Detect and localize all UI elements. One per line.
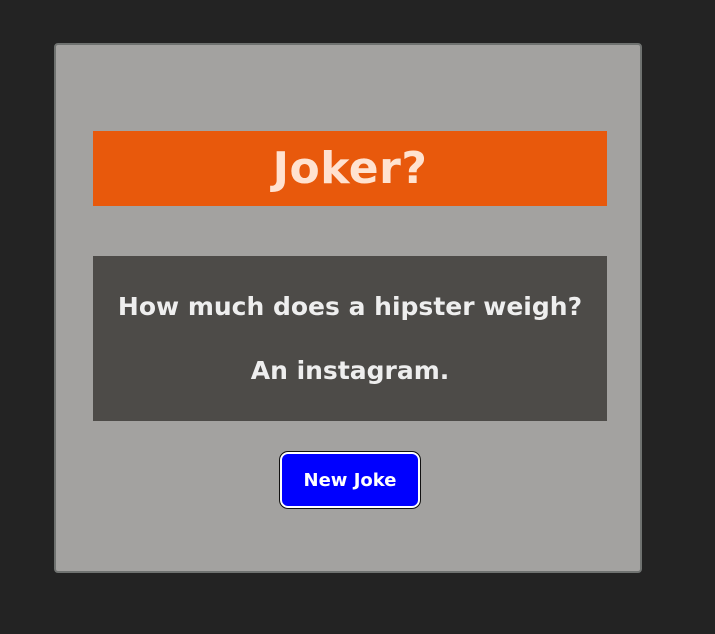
joke-display: How much does a hipster weigh? An instag… (93, 256, 607, 421)
joke-setup: How much does a hipster weigh? (117, 292, 583, 321)
title-banner: Joker? (93, 131, 607, 206)
page-title: Joker? (272, 142, 428, 194)
new-joke-button[interactable]: New Joke (279, 451, 421, 509)
joke-card: Joker? How much does a hipster weigh? An… (54, 43, 642, 573)
joke-punchline: An instagram. (250, 355, 450, 385)
